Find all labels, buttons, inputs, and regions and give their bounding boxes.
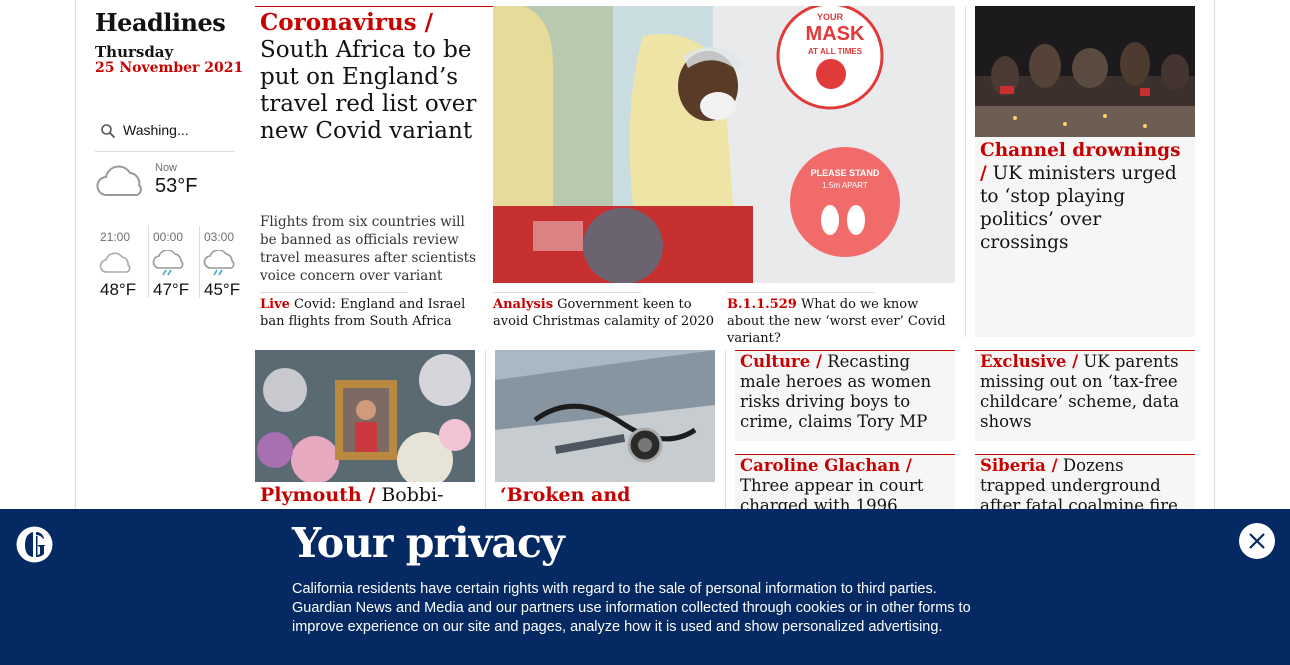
- svg-text:YOUR: YOUR: [817, 12, 844, 22]
- side-story-image: [975, 6, 1195, 137]
- covid-testing-photo: YOUR MASK AT ALL TIMES PLEASE STAND 1.5m…: [493, 6, 955, 283]
- sublink-divider: [727, 292, 875, 293]
- headlines-title: Headlines: [95, 8, 226, 37]
- lead-headline[interactable]: Coronavirus / South Africa to be put on …: [260, 9, 490, 145]
- sublink[interactable]: Analysis Government keen to avoid Christ…: [493, 296, 718, 330]
- sublink-kicker: B.1.1.529: [727, 297, 797, 312]
- forecast-temp: 45°F: [204, 280, 241, 299]
- rain-cloud-icon: [203, 250, 235, 276]
- vigil-photo: [975, 6, 1195, 137]
- story-kicker: ‘Broken and: [500, 484, 631, 506]
- close-icon: [1249, 533, 1265, 549]
- small-story-card[interactable]: Siberia / Dozens trapped underground aft…: [975, 454, 1195, 516]
- small-story-headline: Exclusive / UK parents missing out on ‘t…: [980, 352, 1192, 432]
- small-story-kicker: Caroline Glachan /: [740, 456, 912, 475]
- story-headline: ‘Broken and: [500, 484, 712, 506]
- story-image: [495, 350, 715, 482]
- small-story-kicker: Culture /: [740, 352, 822, 371]
- forecast-time: 21:00: [100, 230, 131, 244]
- svg-text:1.5m APART: 1.5m APART: [822, 181, 868, 190]
- headlines-day: Thursday: [95, 43, 174, 61]
- forecast-item: 03:00 45°F: [199, 226, 249, 299]
- lead-headline-text: South Africa to be put on England’s trav…: [260, 37, 477, 144]
- stethoscope-photo: [495, 350, 715, 482]
- search-icon: [101, 124, 116, 139]
- sublink-divider: [493, 292, 641, 293]
- small-story-kicker: Exclusive /: [980, 352, 1079, 371]
- sublink-kicker: Live: [260, 297, 290, 312]
- story-card[interactable]: Plymouth / Bobbi-: [255, 350, 475, 510]
- rain-cloud-icon: [152, 250, 184, 276]
- forecast-time: 03:00: [204, 230, 235, 244]
- search-input-value: Washing...: [123, 122, 189, 138]
- story-card[interactable]: ‘Broken and: [495, 350, 715, 510]
- side-story-headline: Channel drownings / UK ministers urged t…: [980, 139, 1192, 254]
- forecast-temp: 48°F: [100, 280, 137, 299]
- lead-image[interactable]: YOUR MASK AT ALL TIMES PLEASE STAND 1.5m…: [493, 6, 955, 283]
- story-headline: Plymouth / Bobbi-: [260, 484, 472, 506]
- lead-kicker: Coronavirus /: [260, 9, 434, 36]
- flowers-photo: [255, 350, 475, 482]
- story-image: [255, 350, 475, 482]
- forecast-item: 21:00 48°F: [95, 226, 145, 299]
- sublink-divider: [260, 292, 408, 293]
- weather-now-label: Now: [155, 162, 178, 174]
- column-divider: [725, 350, 726, 510]
- svg-text:PLEASE STAND: PLEASE STAND: [811, 168, 880, 178]
- weather-now-temp: 53°F: [155, 175, 198, 197]
- svg-text:AT ALL TIMES: AT ALL TIMES: [808, 47, 863, 56]
- column-divider: [965, 6, 966, 337]
- side-story[interactable]: Channel drownings / UK ministers urged t…: [975, 6, 1195, 337]
- sublink-kicker: Analysis: [493, 297, 554, 312]
- guardian-logo-icon[interactable]: [16, 526, 53, 563]
- small-story-card[interactable]: Exclusive / UK parents missing out on ‘t…: [975, 350, 1195, 441]
- cloud-icon: [96, 165, 142, 197]
- headlines-date: 25 November 2021: [95, 60, 244, 76]
- privacy-banner: Your privacy California residents have c…: [0, 509, 1290, 665]
- svg-text:MASK: MASK: [806, 23, 865, 45]
- sublink[interactable]: B.1.1.529 What do we know about the new …: [727, 296, 952, 347]
- column-divider: [485, 350, 486, 510]
- forecast-temp: 47°F: [153, 280, 190, 299]
- small-story-card[interactable]: Culture / Recasting male heroes as women…: [735, 350, 955, 441]
- story-headline-text: Bobbi-: [381, 484, 444, 506]
- forecast-time: 00:00: [153, 230, 184, 244]
- story-kicker: Plymouth /: [260, 484, 376, 506]
- lead-standfirst: Flights from six countries will be banne…: [260, 214, 476, 284]
- small-story-headline: Culture / Recasting male heroes as women…: [740, 352, 952, 432]
- forecast-item: 00:00 47°F: [148, 226, 198, 299]
- side-headline-text: UK ministers urged to ‘stop playing poli…: [980, 163, 1177, 253]
- small-story-headline: Siberia / Dozens trapped underground aft…: [980, 456, 1192, 516]
- small-story-card[interactable]: Caroline Glachan / Three appear in court…: [735, 454, 955, 535]
- lead-story[interactable]: Coronavirus / South Africa to be put on …: [255, 6, 493, 288]
- sublink[interactable]: Live Covid: England and Israel ban fligh…: [260, 296, 485, 330]
- weather-location-search[interactable]: Washing...: [95, 118, 235, 152]
- privacy-text: California residents have certain rights…: [292, 581, 971, 635]
- sublink-text: Covid: England and Israel ban flights fr…: [260, 297, 466, 329]
- privacy-title: Your privacy: [292, 519, 565, 567]
- close-button[interactable]: [1239, 523, 1275, 559]
- small-story-kicker: Siberia /: [980, 456, 1058, 475]
- cloud-icon: [99, 252, 131, 273]
